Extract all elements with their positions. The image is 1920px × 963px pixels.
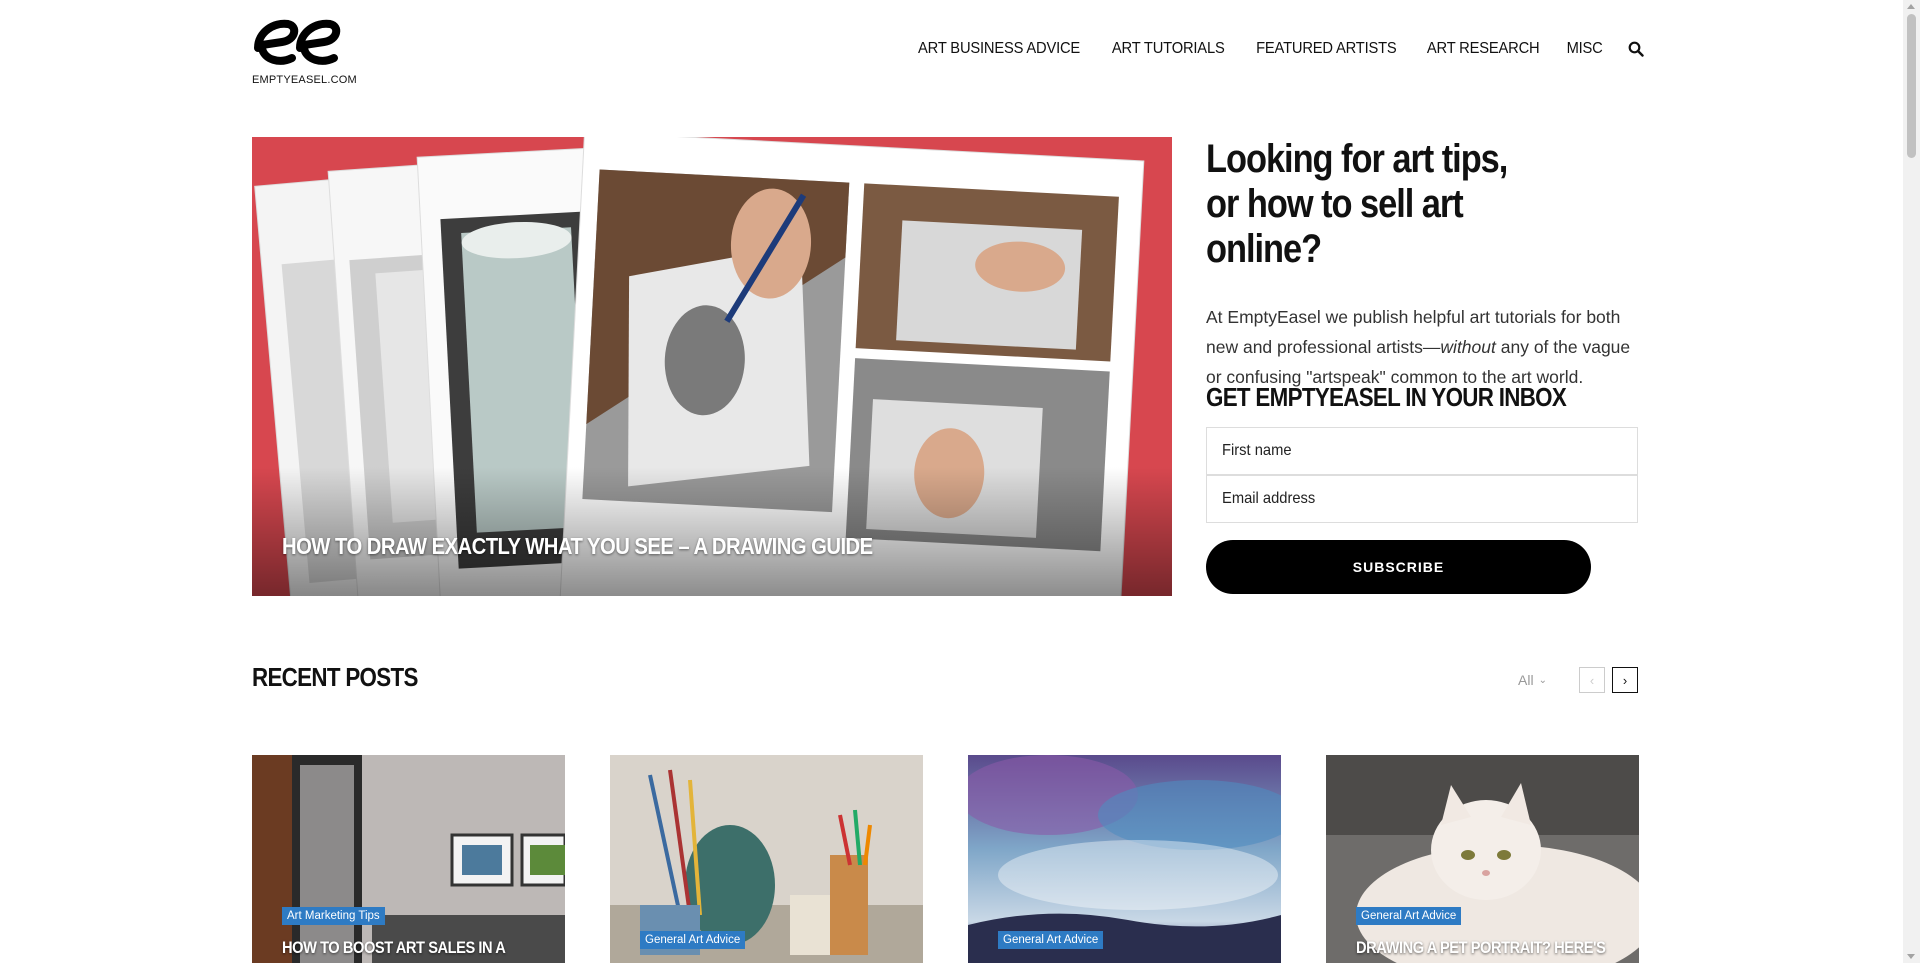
email-field[interactable]: Email address bbox=[1206, 475, 1638, 523]
logo-text: EMPTYEASEL.COM bbox=[252, 74, 357, 86]
nav-misc[interactable]: MISC bbox=[1566, 40, 1602, 58]
chevron-left-icon[interactable]: ‹ bbox=[1579, 667, 1605, 693]
site-logo[interactable]: EMPTYEASEL.COM bbox=[252, 18, 357, 86]
intro-section: Looking for art tips, or how to sell art… bbox=[1206, 137, 1646, 392]
post-category-badge[interactable]: General Art Advice bbox=[998, 931, 1104, 949]
scrollbar-thumb[interactable] bbox=[1907, 14, 1916, 158]
subscribe-button[interactable]: SUBSCRIBE bbox=[1206, 540, 1591, 594]
chevron-down-icon: ⌄ bbox=[1538, 674, 1547, 686]
search-icon[interactable] bbox=[1628, 41, 1644, 57]
intro-text: At EmptyEasel we publish helpful art tut… bbox=[1206, 302, 1636, 392]
main-nav: ART BUSINESS ADVICE ART TUTORIALS FEATUR… bbox=[911, 40, 1644, 58]
page-scrollbar[interactable] bbox=[1903, 0, 1920, 963]
first-name-field[interactable]: First name bbox=[1206, 427, 1638, 475]
post-title[interactable]: DRAWING A PET PORTRAIT? HERE'S bbox=[1356, 938, 1606, 958]
post-card[interactable]: General Art Advice bbox=[968, 755, 1281, 963]
recent-posts-filter[interactable]: All ⌄ bbox=[1518, 672, 1547, 688]
scroll-down-icon[interactable] bbox=[1907, 954, 1915, 959]
intro-text-emphasis: without bbox=[1440, 337, 1496, 357]
nav-featured-artists[interactable]: FEATURED ARTISTS bbox=[1256, 40, 1397, 58]
post-card[interactable]: General Art Advice DRAWING A PET PORTRAI… bbox=[1326, 755, 1639, 963]
filter-label: All bbox=[1518, 672, 1534, 688]
post-card[interactable]: Art Marketing Tips HOW TO BOOST ART SALE… bbox=[252, 755, 565, 963]
hero-featured-post[interactable]: HOW TO DRAW EXACTLY WHAT YOU SEE – A DRA… bbox=[252, 137, 1172, 596]
post-thumbnail bbox=[252, 755, 565, 963]
nav-art-research[interactable]: ART RESEARCH bbox=[1427, 40, 1540, 58]
post-thumbnail bbox=[1326, 755, 1639, 963]
post-title[interactable]: HOW TO BOOST ART SALES IN A bbox=[282, 938, 506, 958]
post-category-badge[interactable]: General Art Advice bbox=[1356, 907, 1462, 925]
scroll-up-icon[interactable] bbox=[1907, 4, 1915, 9]
post-category-badge[interactable]: Art Marketing Tips bbox=[282, 907, 385, 925]
recent-posts-title: RECENT POSTS bbox=[252, 662, 418, 692]
hero-title[interactable]: HOW TO DRAW EXACTLY WHAT YOU SEE – A DRA… bbox=[282, 533, 873, 560]
post-category-badge[interactable]: General Art Advice bbox=[640, 931, 746, 949]
first-name-placeholder: First name bbox=[1222, 442, 1292, 459]
nav-art-business-advice[interactable]: ART BUSINESS ADVICE bbox=[918, 40, 1080, 58]
post-card[interactable]: General Art Advice bbox=[610, 755, 923, 963]
chevron-right-icon[interactable]: › bbox=[1612, 667, 1638, 693]
hero-image bbox=[252, 137, 1172, 596]
intro-heading: Looking for art tips, or how to sell art… bbox=[1206, 137, 1508, 271]
logo-mark bbox=[254, 19, 341, 65]
nav-art-tutorials[interactable]: ART TUTORIALS bbox=[1112, 40, 1225, 58]
email-placeholder: Email address bbox=[1222, 490, 1316, 507]
signup-title: GET EMPTYEASEL IN YOUR INBOX bbox=[1206, 382, 1567, 412]
